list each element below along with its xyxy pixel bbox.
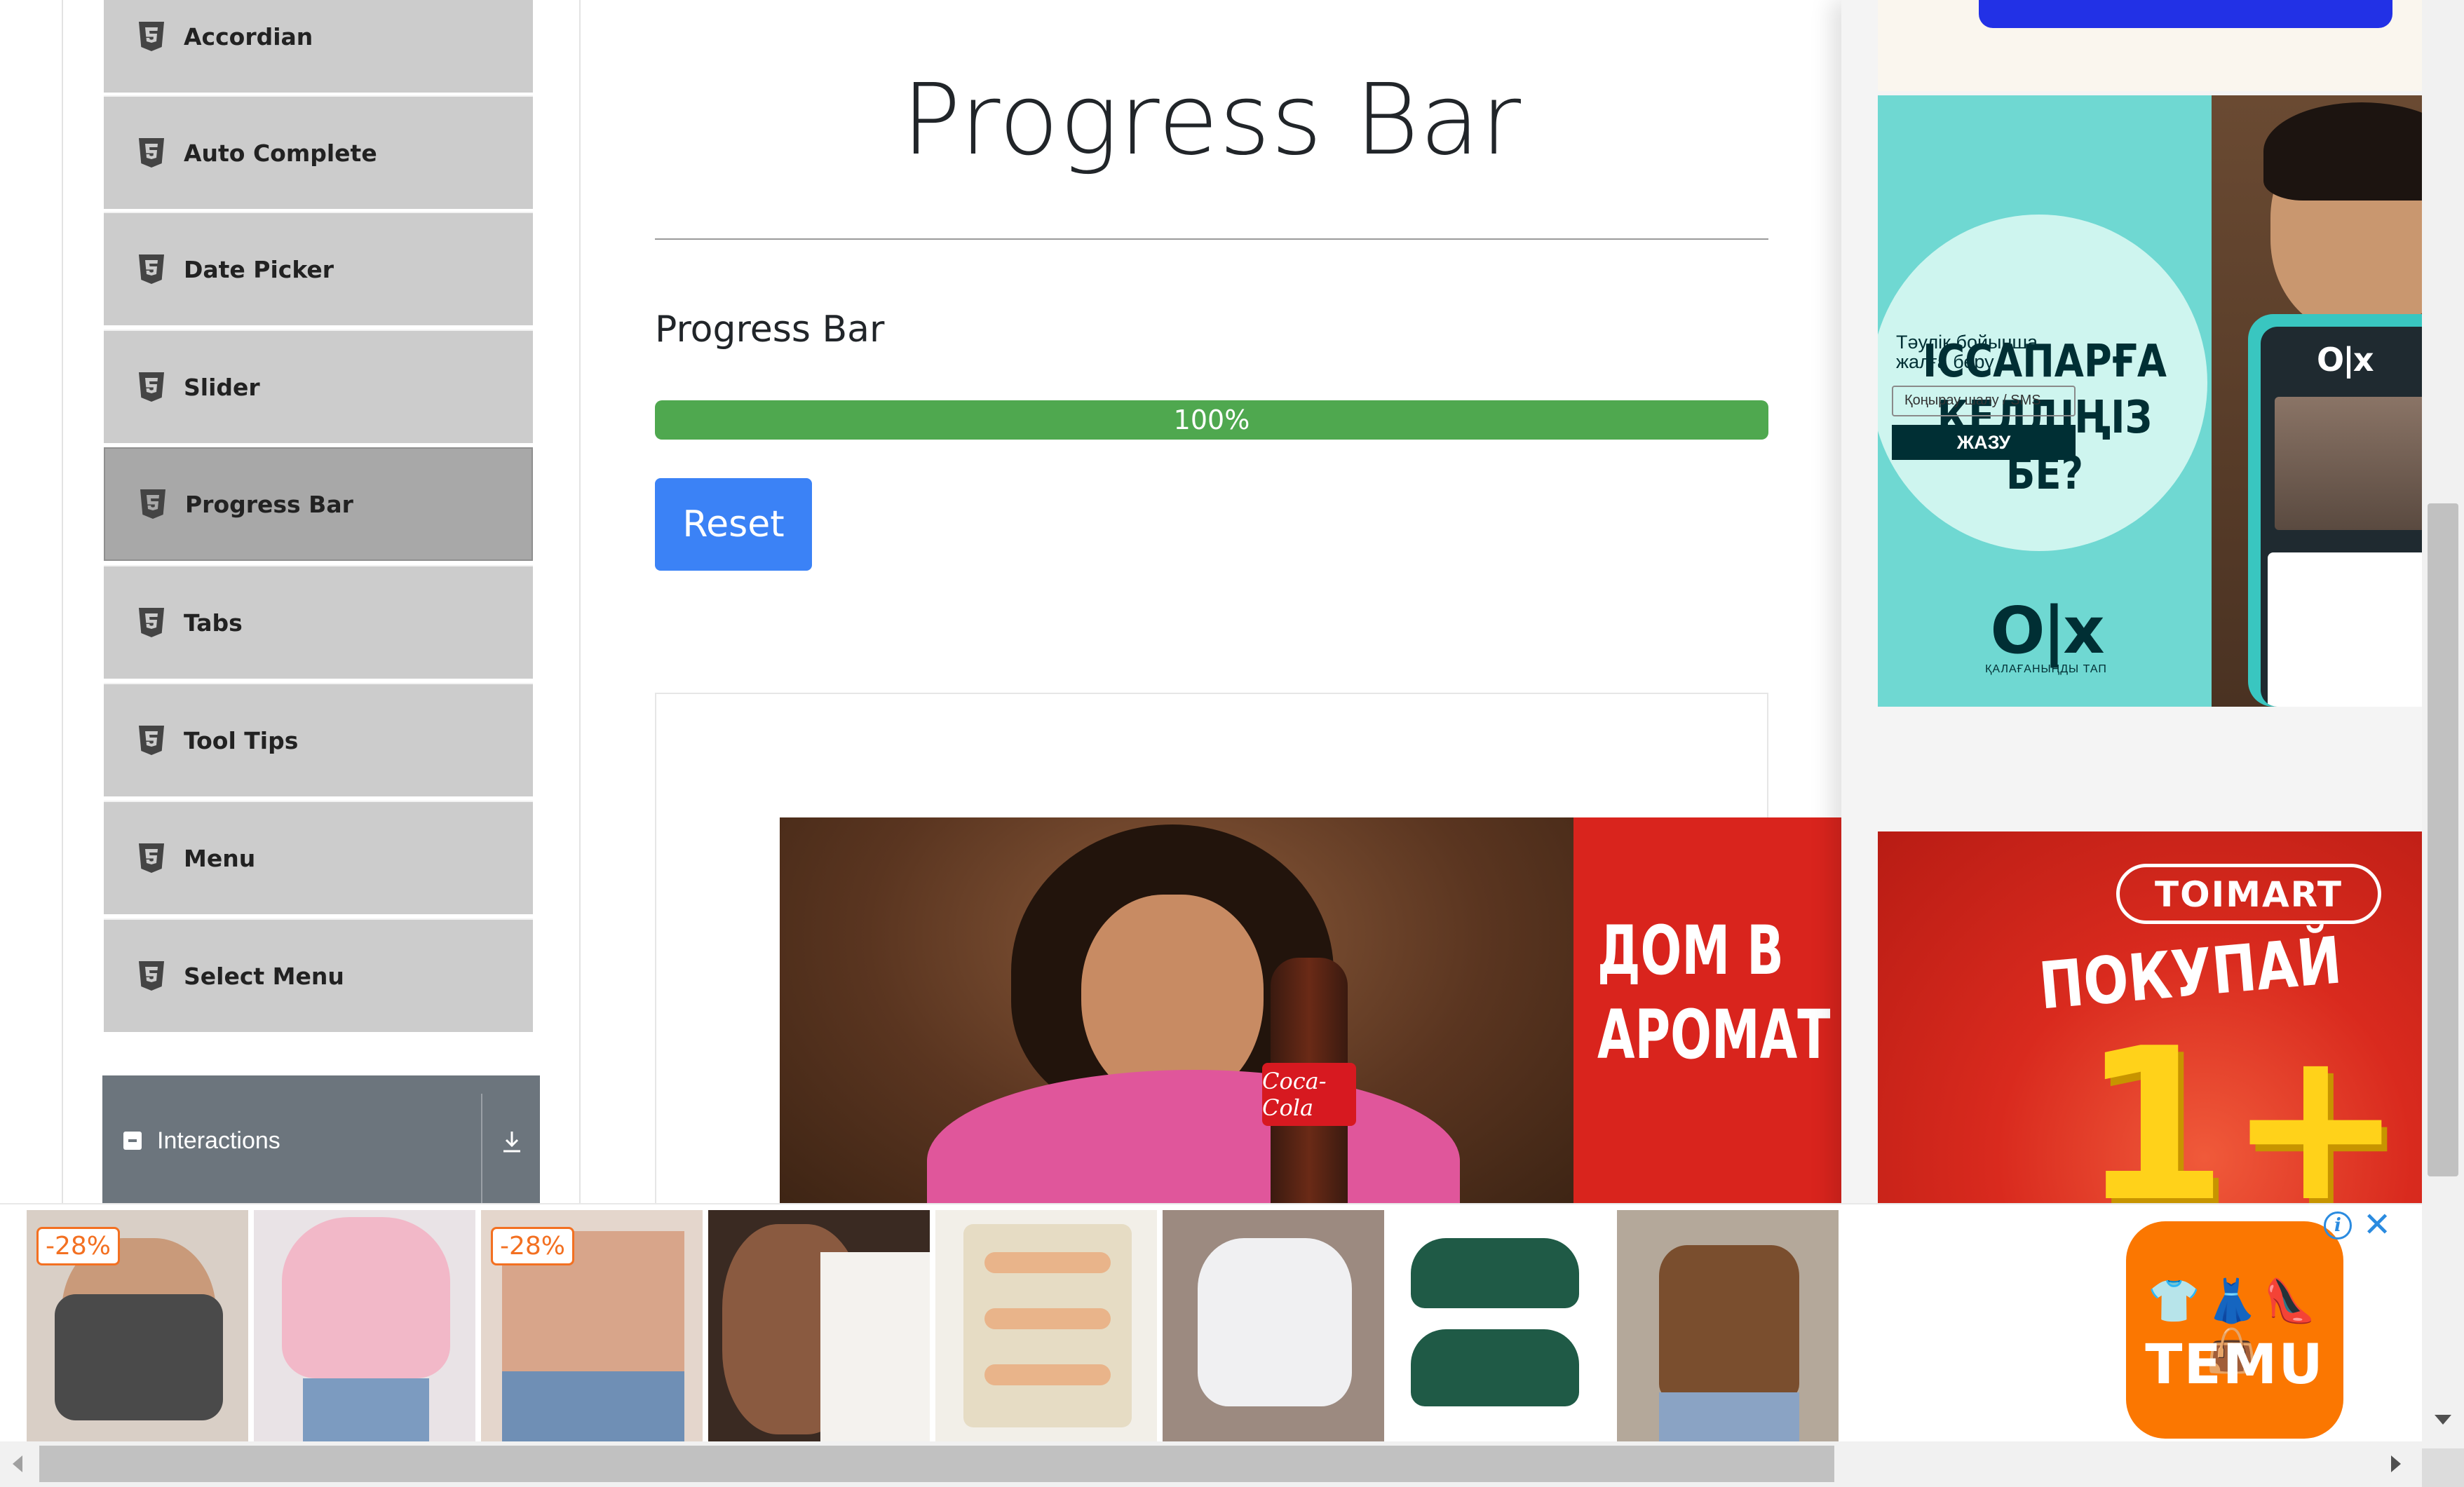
olx-ad[interactable]: ІССАПАРҒА КЕЛДІҢІЗ БЕ? O|x ҚАЛАҒАНЫҢДЫ Т… xyxy=(1878,95,2422,707)
product-image-jeans xyxy=(1659,1392,1799,1443)
product-tile-green-shoes[interactable] xyxy=(1390,1210,1611,1443)
sidebar-item-accordian[interactable]: Accordian xyxy=(104,0,533,93)
html5-icon xyxy=(139,22,164,51)
html5-icon xyxy=(139,372,164,402)
ad-headline-line: АРОМАТ xyxy=(1597,996,1831,1074)
product-image-garment xyxy=(55,1294,223,1420)
group-divider xyxy=(481,1094,482,1206)
reset-button[interactable]: Reset xyxy=(655,478,812,571)
html5-icon xyxy=(139,608,164,637)
sidebar-item-progress-bar[interactable]: Progress Bar xyxy=(104,447,533,561)
sidebar-item-label: Tabs xyxy=(184,609,243,637)
document-icon xyxy=(123,1132,142,1150)
scroll-left-arrow-icon[interactable] xyxy=(13,1455,22,1472)
vertical-scrollbar-thumb[interactable] xyxy=(2428,503,2458,1176)
product-tile-strapless-bra[interactable]: -28% xyxy=(481,1210,703,1443)
olx-logo: O|x xyxy=(1990,593,2104,668)
product-tile-brown-cami[interactable] xyxy=(1617,1210,1839,1443)
download-arrow-icon[interactable] xyxy=(496,1126,527,1157)
html5-icon xyxy=(139,138,164,168)
sidebar-item-label: Auto Complete xyxy=(184,139,377,167)
ad-headline-line: ДОМ В xyxy=(1597,911,1784,990)
page-title: Progress Bar xyxy=(901,63,1522,177)
product-image xyxy=(1411,1329,1579,1406)
olx-tagline: ҚАЛАҒАНЫҢДЫ ТАП xyxy=(1985,663,2107,675)
product-image-jeans xyxy=(303,1378,429,1443)
html5-icon xyxy=(139,843,164,873)
sidebar-item-date-picker[interactable]: Date Picker xyxy=(104,212,533,325)
progress-bar-value: 100% xyxy=(1173,405,1250,435)
product-image-eggs xyxy=(984,1252,1111,1273)
temu-ad[interactable]: 👕👗👠👜 TEMU i ✕ xyxy=(1840,1209,2422,1443)
listing-text-line: Тәулік бойынша xyxy=(1896,332,2038,353)
sidebar-item-tool-tips[interactable]: Tool Tips xyxy=(104,683,533,796)
sidebar-item-label: Menu xyxy=(184,844,256,872)
listing-contact-field: Қоңырау шалу / SMS xyxy=(1892,386,2076,416)
sidebar-item-slider[interactable]: Slider xyxy=(104,330,533,443)
listing-card xyxy=(2268,552,2422,707)
html5-icon xyxy=(139,254,164,284)
bottle-logo: Coca-Cola xyxy=(1262,1063,1356,1126)
sidebar-item-label: Select Menu xyxy=(184,962,344,990)
vertical-scrollbar[interactable] xyxy=(2422,0,2464,1448)
product-image xyxy=(1659,1245,1799,1399)
html5-icon xyxy=(139,726,164,755)
progress-bar-label: Progress Bar xyxy=(655,308,885,351)
room-image xyxy=(2275,397,2422,530)
bottom-product-ad: -28% -28% 👕👗👠👜 TEMU i ✕ xyxy=(0,1203,2422,1443)
sidebar-item-label: Accordian xyxy=(184,22,313,50)
ad-headline: ДОМ В АРОМАТ xyxy=(1597,909,1830,1077)
listing-text-line: жалға беру xyxy=(1896,351,1994,373)
product-tile-pink-top[interactable] xyxy=(254,1210,475,1443)
discount-badge: -28% xyxy=(491,1227,575,1265)
sidebar-item-tabs[interactable]: Tabs xyxy=(104,565,533,679)
sidebar-group-interactions[interactable]: Interactions xyxy=(102,1075,540,1206)
product-image-eggs xyxy=(984,1364,1111,1385)
sidebar-item-select-menu[interactable]: Select Menu xyxy=(104,918,533,1032)
html5-icon xyxy=(140,489,165,519)
temu-logo-word: TEMU xyxy=(2145,1333,2324,1397)
scroll-right-arrow-icon[interactable] xyxy=(2391,1455,2401,1472)
product-tile-egg-dispenser[interactable] xyxy=(935,1210,1157,1443)
olx-phone-logo: O|x xyxy=(2317,341,2374,379)
ad-blue-button[interactable] xyxy=(1979,0,2392,28)
sidebar-item-label: Date Picker xyxy=(184,255,334,283)
product-image-shirt xyxy=(820,1252,930,1443)
product-tile-sports-bra[interactable]: -28% xyxy=(27,1210,248,1443)
sidebar-item-menu[interactable]: Menu xyxy=(104,801,533,914)
right-ad-panel: ІССАПАРҒА КЕЛДІҢІЗ БЕ? O|x ҚАЛАҒАНЫҢДЫ Т… xyxy=(1841,0,2422,1297)
phone-screen: O|x xyxy=(2261,327,2422,707)
sidebar-item-auto-complete[interactable]: Auto Complete xyxy=(104,95,533,209)
discount-badge: -28% xyxy=(36,1227,121,1265)
scroll-down-arrow-icon[interactable] xyxy=(2435,1415,2451,1425)
listing-text: Тәулік бойынша жалға беру xyxy=(1896,332,2071,372)
scrollbar-corner xyxy=(2422,1448,2464,1487)
progress-bar: 100% xyxy=(655,400,1768,440)
product-image xyxy=(1198,1238,1352,1406)
product-image-jeans xyxy=(502,1371,684,1441)
close-icon[interactable]: ✕ xyxy=(2363,1209,2391,1242)
product-tile-necklace[interactable] xyxy=(708,1210,930,1443)
sidebar-item-label: Slider xyxy=(184,373,260,401)
toimart-logo: TOIMART xyxy=(2116,864,2381,924)
product-image xyxy=(1411,1238,1579,1308)
sidebar-item-label: Progress Bar xyxy=(185,490,353,518)
horizontal-scrollbar-thumb[interactable] xyxy=(39,1446,1834,1482)
temu-logo: 👕👗👠👜 TEMU xyxy=(2126,1221,2343,1439)
product-image xyxy=(282,1217,450,1378)
product-tile-white-tank[interactable] xyxy=(1163,1210,1384,1443)
sidebar-group-label: Interactions xyxy=(157,1127,280,1154)
listing-write-button[interactable]: ЖАЗУ xyxy=(1892,425,2076,460)
progress-bar-fill: 100% xyxy=(655,400,1768,440)
ad-info-icon[interactable]: i xyxy=(2324,1211,2352,1240)
banner-ad[interactable]: Coca-Cola ДОМ В АРОМАТ xyxy=(780,817,1841,1210)
product-image-eggs xyxy=(984,1308,1111,1329)
horizontal-scrollbar[interactable] xyxy=(0,1441,2422,1487)
title-divider xyxy=(655,238,1768,240)
sidebar-item-label: Tool Tips xyxy=(184,726,299,754)
toimart-offer: 1+1 xyxy=(2081,1003,2422,1248)
html5-icon xyxy=(139,961,164,991)
